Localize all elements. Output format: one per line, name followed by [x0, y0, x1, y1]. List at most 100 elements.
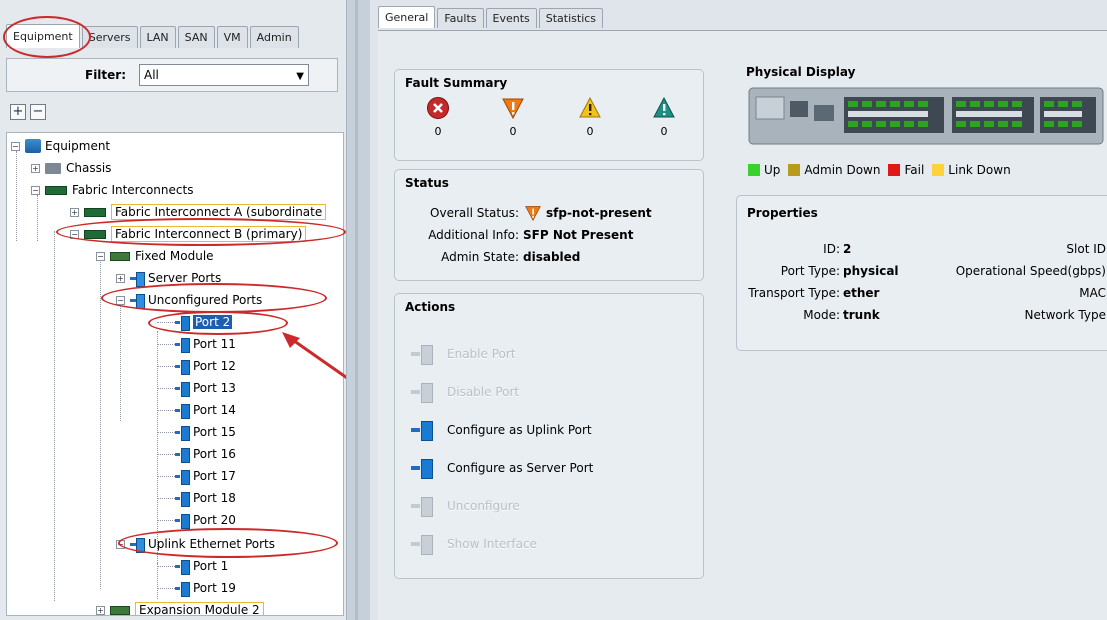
warning-fault-icon	[653, 96, 675, 118]
disable-port-action[interactable]: Disable Port	[409, 382, 519, 403]
major-fault[interactable]: 0	[498, 96, 528, 138]
tree-node-label: Fabric Interconnect A (subordinate	[111, 204, 327, 220]
prop-row-transport: Transport Type: ether MAC	[737, 286, 1107, 304]
legend-label: Link Down	[948, 163, 1011, 177]
tree-node-label: Unconfigured Ports	[148, 293, 263, 307]
status-title: Status	[405, 176, 449, 190]
mode-label: Mode:	[803, 308, 840, 322]
port-icon	[175, 425, 190, 441]
tree-node-port[interactable]: Port 16	[157, 445, 236, 463]
collapse-icon[interactable]: −	[70, 229, 79, 239]
tree-node-port[interactable]: Port 13	[157, 379, 236, 397]
port-icon	[409, 421, 441, 441]
show-interface-action[interactable]: Show Interface	[409, 534, 537, 555]
tab-servers[interactable]: Servers	[81, 26, 138, 48]
switch-faceplate-icon[interactable]	[748, 87, 1104, 145]
tree-node-port[interactable]: Port 15	[157, 423, 236, 441]
port-group-icon	[130, 537, 145, 553]
tree-node-port[interactable]: Port 1	[157, 557, 228, 575]
expand-all-button[interactable]: +	[10, 104, 26, 120]
tree-node-equipment[interactable]: − Equipment	[11, 137, 110, 155]
collapse-icon[interactable]: −	[116, 295, 125, 305]
minor-fault-icon	[579, 96, 601, 118]
expand-icon[interactable]: +	[116, 273, 125, 283]
tree-node-expansion-module[interactable]: + Expansion Module 2	[96, 601, 264, 615]
minor-fault[interactable]: 0	[575, 96, 605, 138]
additional-info-value: SFP Not Present	[523, 228, 634, 242]
tab-events[interactable]: Events	[485, 8, 537, 28]
tree-node-chassis[interactable]: + Chassis	[31, 159, 111, 177]
tree-node-port[interactable]: Port 18	[157, 489, 236, 507]
pane-splitter[interactable]	[346, 0, 370, 620]
tab-admin[interactable]: Admin	[249, 26, 299, 48]
expand-icon[interactable]: +	[96, 605, 105, 615]
prop-row-mode: Mode: trunk Network Type	[737, 308, 1107, 326]
tree-toolbar: + −	[10, 104, 46, 120]
critical-fault[interactable]: 0	[423, 96, 453, 138]
legend-label: Fail	[904, 163, 925, 177]
tab-vm[interactable]: VM	[216, 26, 248, 48]
show-interface-label: Show Interface	[447, 537, 537, 551]
port-icon	[409, 497, 441, 517]
mode-value: trunk	[843, 308, 880, 322]
port-icon	[175, 559, 190, 575]
tree-node-label: Port 17	[193, 469, 236, 483]
collapse-icon[interactable]: −	[116, 539, 125, 549]
tab-equipment[interactable]: Equipment	[6, 24, 80, 48]
overall-status-value: sfp-not-present	[546, 206, 652, 220]
tree-node-port[interactable]: Port 14	[157, 401, 236, 419]
id-value: 2	[843, 242, 852, 256]
tree-node-label: Chassis	[66, 161, 112, 175]
port-group-icon	[130, 293, 145, 309]
legend-fail: Fail	[888, 163, 924, 177]
tab-general[interactable]: General	[378, 6, 436, 28]
major-fault-icon	[502, 98, 524, 120]
filter-select[interactable]: All ▼	[139, 64, 309, 86]
collapse-all-button[interactable]: −	[30, 104, 46, 120]
configure-server-action[interactable]: Configure as Server Port	[409, 458, 593, 479]
tree-node-port[interactable]: Port 20	[157, 511, 236, 529]
tree-node-fixed-module[interactable]: − Fixed Module	[96, 247, 214, 265]
tree-node-fabric-interconnects[interactable]: − Fabric Interconnects	[31, 181, 193, 199]
expand-icon[interactable]: +	[31, 163, 40, 173]
tree-node-port[interactable]: Port 12	[157, 357, 236, 375]
port-icon	[175, 581, 190, 597]
tab-faults[interactable]: Faults	[437, 8, 484, 28]
actions-panel: Actions Enable Port Disable Port Configu…	[394, 293, 704, 579]
fabric-interconnect-icon	[84, 207, 106, 217]
tab-lan[interactable]: LAN	[139, 26, 176, 48]
fabric-interconnect-icon	[45, 185, 67, 195]
tree-node-port[interactable]: Port 17	[157, 467, 236, 485]
transport-type-label: Transport Type:	[748, 286, 840, 300]
port-type-value: physical	[843, 264, 899, 278]
tree-node-label: Port 14	[193, 403, 236, 417]
tree-node-port[interactable]: Port 19	[157, 579, 236, 597]
admin-state-value: disabled	[523, 250, 581, 264]
tree-node-unconfigured-ports[interactable]: − Unconfigured Ports	[116, 291, 262, 309]
tree-node-port[interactable]: Port 2	[157, 313, 233, 331]
legend-swatch	[932, 164, 945, 176]
module-icon	[110, 605, 130, 615]
enable-port-action[interactable]: Enable Port	[409, 344, 515, 365]
tree-node-label: Port 1	[193, 559, 229, 573]
collapse-icon[interactable]: −	[31, 185, 40, 195]
tree-node-fi-a[interactable]: + Fabric Interconnect A (subordinate	[70, 203, 327, 221]
tree-node-port[interactable]: Port 11	[157, 335, 236, 353]
tree-node-label: Port 18	[193, 491, 236, 505]
tree-node-label: Fabric Interconnect B (primary)	[111, 226, 307, 242]
unconfigure-action[interactable]: Unconfigure	[409, 496, 520, 517]
port-type-label: Port Type:	[780, 264, 840, 278]
configure-uplink-action[interactable]: Configure as Uplink Port	[409, 420, 592, 441]
filter-bar: Filter: All ▼	[6, 58, 338, 92]
tab-san[interactable]: SAN	[177, 26, 215, 48]
collapse-icon[interactable]: −	[11, 141, 20, 151]
warning-fault[interactable]: 0	[649, 96, 679, 138]
tree-node-uplink-ports[interactable]: − Uplink Ethernet Ports	[116, 535, 275, 553]
collapse-icon[interactable]: −	[96, 251, 105, 261]
tree-node-fi-b[interactable]: − Fabric Interconnect B (primary)	[70, 225, 307, 243]
tab-statistics[interactable]: Statistics	[538, 8, 604, 28]
overall-status-row: Overall Status: sfp-not-present	[407, 204, 652, 222]
id-label: ID:	[823, 242, 840, 256]
expand-icon[interactable]: +	[70, 207, 79, 217]
tree-node-server-ports[interactable]: + Server Ports	[116, 269, 221, 287]
